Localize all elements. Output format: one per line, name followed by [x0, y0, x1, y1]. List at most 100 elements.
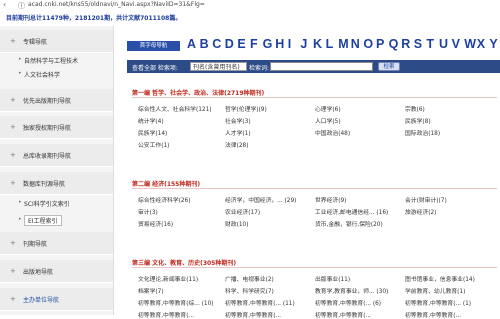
- sidebar-item-label: 总库收录期刊导航: [23, 153, 72, 160]
- category-link[interactable]: 会计(财审计)(7): [405, 195, 447, 204]
- section-title: 第一编 哲学、社会学、政治、法律(2719种期刊): [132, 90, 265, 97]
- section-title: 第三编 文化、教育、历史(305种期刊): [132, 260, 237, 267]
- sidebar-subitem-label: 人文社会科学: [24, 72, 61, 79]
- category-link[interactable]: 旅游经济(2): [405, 207, 436, 216]
- plus-icon: +: [10, 151, 16, 159]
- letter-navigation: 首字母导航 ABCDEFGHIJKLMNOPQRSTUVWXY: [127, 36, 500, 56]
- category-link[interactable]: 宗教(6): [405, 104, 425, 113]
- letter-link[interactable]: M: [338, 37, 348, 51]
- category-link[interactable]: 学前教育、幼儿教育(1): [405, 286, 465, 295]
- letter-link[interactable]: O: [363, 37, 373, 51]
- category-link[interactable]: 文化理论,新闻事业(11): [138, 274, 198, 283]
- sidebar-item-label: 刊期导航: [23, 241, 48, 248]
- category-link[interactable]: 民族学(8): [405, 116, 431, 125]
- category-link[interactable]: 哲学(伦理学)(9): [225, 104, 267, 113]
- plus-icon: +: [10, 179, 16, 187]
- sidebar-item-total[interactable]: + 总库收录期刊导航: [0, 144, 113, 167]
- sidebar-item-label: 独家授权期刊导航: [23, 125, 72, 132]
- sidebar: + 专辑导航 • 自然科学与工程技术 • 人文社会科学 + 优先出版期刊导航 + 独家授权…: [0, 26, 114, 315]
- category-link[interactable]: 科学、科学研究(7): [225, 286, 274, 295]
- category-link[interactable]: 初等教育,中等教育(... (6): [315, 298, 381, 307]
- letter-link[interactable]: W: [464, 37, 476, 51]
- sidebar-item-label: 出版地导航: [23, 269, 54, 276]
- category-link[interactable]: 人才学(1): [225, 128, 251, 137]
- category-link[interactable]: 法律(28): [225, 140, 249, 149]
- url-text[interactable]: acad.cnki.net/kns55/oldnavi/n_Navi.aspx?…: [28, 1, 205, 8]
- letter-link[interactable]: R: [401, 37, 410, 51]
- sidebar-subitem-sci[interactable]: • SCI科学引文索引: [0, 196, 113, 209]
- letter-link[interactable]: A: [187, 37, 196, 51]
- plus-icon: +: [10, 123, 16, 131]
- sidebar-item-database[interactable]: + 数据库刊源导航: [0, 172, 113, 195]
- letter-link[interactable]: E: [237, 37, 245, 51]
- search-field-select[interactable]: 刊名(含曾用刊名): [190, 62, 247, 71]
- stats-bar: 目前期刊总计11479种，2181201期，共计文献7011108篇。: [0, 10, 500, 24]
- letter-link[interactable]: J: [300, 37, 307, 51]
- sidebar-subitem-ei[interactable]: • EI工程索引: [0, 213, 113, 226]
- main-content: 首字母导航 ABCDEFGHIJKLMNOPQRSTUVWXY 查看全部 检索项…: [120, 26, 500, 319]
- sidebar-subitem-label: EI工程索引: [24, 215, 62, 226]
- category-link[interactable]: 农业经济(17): [225, 207, 260, 216]
- letter-link[interactable]: C: [212, 37, 221, 51]
- category-link[interactable]: 教育学,教育事业，师... (30): [315, 286, 388, 295]
- category-link[interactable]: 综合性经济科学(26): [138, 195, 190, 204]
- sidebar-item-location[interactable]: + 出版地导航: [0, 260, 113, 283]
- letter-link[interactable]: F: [250, 37, 258, 51]
- search-scope-label: 查看全部 检索项:: [132, 65, 178, 72]
- letter-link[interactable]: H: [275, 37, 284, 51]
- category-link[interactable]: 国际政治(18): [405, 128, 440, 137]
- category-link[interactable]: 初等教育,中等教育(综... (10): [138, 298, 214, 307]
- letter-link[interactable]: Y: [489, 37, 497, 51]
- back-arrow-icon[interactable]: ‹: [3, 0, 6, 9]
- category-link[interactable]: 档案学(7): [138, 286, 164, 295]
- letter-link[interactable]: P: [376, 37, 384, 51]
- category-link[interactable]: 世界经济(9): [315, 195, 346, 204]
- search-input[interactable]: [270, 62, 373, 71]
- category-link[interactable]: 统计学(4): [138, 116, 164, 125]
- letter-link[interactable]: N: [351, 37, 360, 51]
- letter-link[interactable]: K: [313, 37, 322, 51]
- search-term-label: 检索词:: [249, 65, 270, 72]
- sidebar-item-sponsor[interactable]: + 主办单位导航: [0, 288, 113, 311]
- category-link[interactable]: 广播、电视事业(2): [225, 274, 274, 283]
- search-button[interactable]: 检索: [378, 62, 400, 71]
- category-link[interactable]: 财政(10): [225, 219, 249, 228]
- sidebar-item-label: 专辑导航: [23, 39, 48, 46]
- category-link[interactable]: 贸易经济(16): [138, 219, 173, 228]
- category-link[interactable]: 社会学(3): [225, 116, 251, 125]
- category-link[interactable]: 工业经济,邮电通信经... (16): [315, 207, 388, 216]
- category-link[interactable]: 心理学(6): [315, 104, 341, 113]
- sidebar-item-issue[interactable]: + 刊期导航: [0, 232, 113, 255]
- category-link[interactable]: 公安工作(1): [138, 140, 169, 149]
- letter-link[interactable]: L: [326, 37, 334, 51]
- letter-link[interactable]: G: [263, 37, 273, 51]
- sidebar-item-special[interactable]: + 专辑导航: [0, 30, 113, 53]
- letter-link[interactable]: Q: [389, 37, 399, 51]
- category-link[interactable]: 货币,金融，银行,保险(20): [315, 219, 383, 228]
- plus-icon: +: [10, 96, 16, 104]
- letter-link[interactable]: I: [288, 37, 291, 51]
- category-link[interactable]: 初等教育,中等教育(... (11): [225, 298, 295, 307]
- category-link[interactable]: 初等教育,中等教育(... (1): [405, 298, 471, 307]
- sidebar-item-exclusive[interactable]: + 独家授权期刊导航: [0, 116, 113, 139]
- category-link[interactable]: 人口学(5): [315, 116, 341, 125]
- category-link[interactable]: 经济学，中国经济，... (29): [225, 195, 296, 204]
- category-link[interactable]: 图书馆事业，信息事业(14): [405, 274, 475, 283]
- category-link[interactable]: 中国政治(48): [315, 128, 350, 137]
- category-link[interactable]: 民族学(14): [138, 128, 167, 137]
- category-link[interactable]: 综合性人文、社会科学(121): [138, 104, 212, 113]
- sidebar-subitem-humanities[interactable]: • 人文社会科学: [0, 67, 113, 80]
- letter-link[interactable]: X: [477, 37, 485, 51]
- letter-link[interactable]: U: [439, 37, 448, 51]
- bullet-icon: •: [18, 199, 22, 206]
- sidebar-subitem-science[interactable]: • 自然科学与工程技术: [0, 53, 113, 66]
- letter-link[interactable]: B: [200, 37, 209, 51]
- letter-link[interactable]: D: [225, 37, 234, 51]
- sidebar-item-priority[interactable]: + 优先出版期刊导航: [0, 89, 113, 112]
- letter-link[interactable]: V: [452, 37, 460, 51]
- category-link[interactable]: 出版事业(11): [315, 274, 350, 283]
- category-link[interactable]: 审计(3): [138, 207, 158, 216]
- plus-icon: +: [10, 239, 16, 247]
- letter-link[interactable]: S: [414, 37, 422, 51]
- letter-link[interactable]: T: [426, 37, 434, 51]
